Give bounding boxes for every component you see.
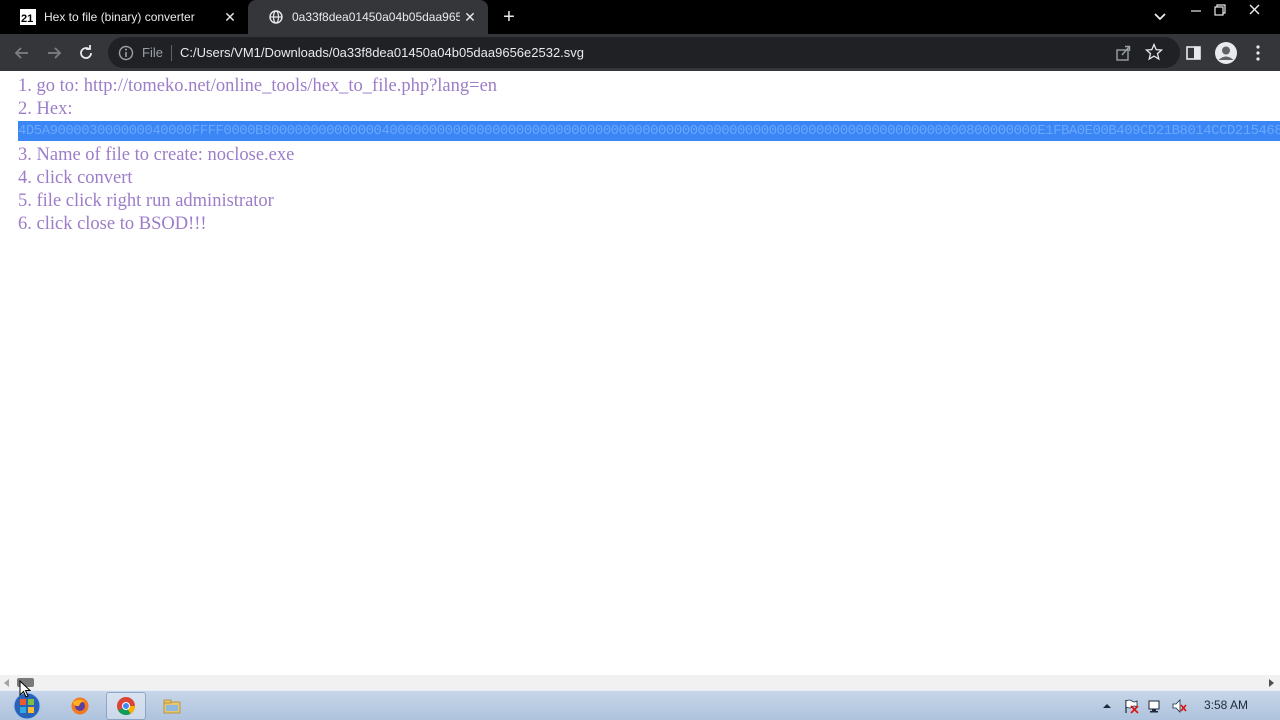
tab-strip: 21 Hex to file (binary) converter ✕ 0a33… bbox=[0, 0, 1280, 34]
scroll-left-arrow-icon[interactable] bbox=[4, 679, 9, 687]
file-explorer-icon[interactable] bbox=[152, 692, 192, 720]
instruction-line-3: 3. Name of file to create: noclose.exe bbox=[18, 145, 295, 165]
new-tab-button[interactable]: + bbox=[498, 7, 520, 29]
firefox-icon[interactable] bbox=[60, 692, 100, 720]
tab-title: Hex to file (binary) converter bbox=[44, 10, 195, 24]
horizontal-scrollbar[interactable] bbox=[0, 675, 1280, 690]
tray-expand-arrow-icon[interactable] bbox=[1099, 698, 1115, 714]
tab-title: 0a33f8dea01450a04b05daa9656e2532.svg bbox=[292, 10, 460, 24]
minimize-button[interactable] bbox=[1184, 2, 1208, 18]
taskbar-clock[interactable]: 3:58 AM bbox=[1204, 698, 1248, 712]
hex-string: 4D5A900003000000040000FFFF0000B800000000… bbox=[18, 123, 1280, 139]
forward-button[interactable] bbox=[43, 42, 65, 64]
windows-taskbar: 3:58 AM bbox=[0, 690, 1280, 720]
page-content: 1. go to: http://tomeko.net/online_tools… bbox=[0, 71, 1280, 675]
close-tab-icon[interactable]: ✕ bbox=[460, 7, 480, 27]
scheme-label: File bbox=[142, 45, 163, 60]
instruction-line-1: 1. go to: http://tomeko.net/online_tools… bbox=[18, 76, 498, 96]
restore-button[interactable] bbox=[1208, 2, 1232, 18]
menu-kebab-icon[interactable] bbox=[1250, 43, 1266, 63]
info-icon[interactable] bbox=[118, 45, 134, 61]
action-center-flag-icon[interactable] bbox=[1123, 698, 1139, 714]
scroll-right-arrow-icon[interactable] bbox=[1269, 679, 1274, 687]
volume-muted-icon[interactable] bbox=[1171, 698, 1187, 714]
browser-toolbar: File C:/Users/VM1/Downloads/0a33f8dea014… bbox=[0, 34, 1280, 71]
selected-hex-text[interactable]: 4D5A900003000000040000FFFF0000B800000000… bbox=[18, 121, 1280, 141]
tab-hex-converter[interactable]: 21 Hex to file (binary) converter ✕ bbox=[0, 0, 248, 34]
globe-icon bbox=[268, 9, 284, 25]
tab-search-chevron-icon[interactable] bbox=[1150, 8, 1170, 26]
reload-button[interactable] bbox=[75, 42, 97, 64]
svg-text:21: 21 bbox=[21, 13, 33, 25]
back-button[interactable] bbox=[11, 42, 33, 64]
mouse-cursor-icon bbox=[19, 679, 32, 698]
address-divider bbox=[171, 45, 172, 61]
close-tab-icon[interactable]: ✕ bbox=[220, 7, 240, 27]
url-text[interactable]: C:/Users/VM1/Downloads/0a33f8dea01450a04… bbox=[180, 45, 584, 60]
address-bar[interactable]: File C:/Users/VM1/Downloads/0a33f8dea014… bbox=[108, 37, 1180, 68]
instruction-line-6: 6. click close to BSOD!!! bbox=[18, 214, 207, 234]
instruction-line-5: 5. file click right run administrator bbox=[18, 191, 274, 211]
network-icon[interactable] bbox=[1147, 698, 1163, 714]
instruction-line-2: 2. Hex: bbox=[18, 99, 73, 119]
chrome-icon[interactable] bbox=[106, 692, 146, 720]
profile-avatar-icon[interactable] bbox=[1214, 41, 1238, 65]
instruction-line-4: 4. click convert bbox=[18, 168, 133, 188]
side-panel-icon[interactable] bbox=[1184, 43, 1204, 63]
close-window-button[interactable] bbox=[1243, 2, 1267, 18]
bookmark-star-icon[interactable] bbox=[1144, 42, 1164, 61]
tab-svg-file[interactable]: 0a33f8dea01450a04b05daa9656e2532.svg ✕ bbox=[248, 0, 488, 34]
tomeko-site-icon: 21 bbox=[20, 9, 36, 25]
share-icon[interactable] bbox=[1114, 44, 1132, 62]
